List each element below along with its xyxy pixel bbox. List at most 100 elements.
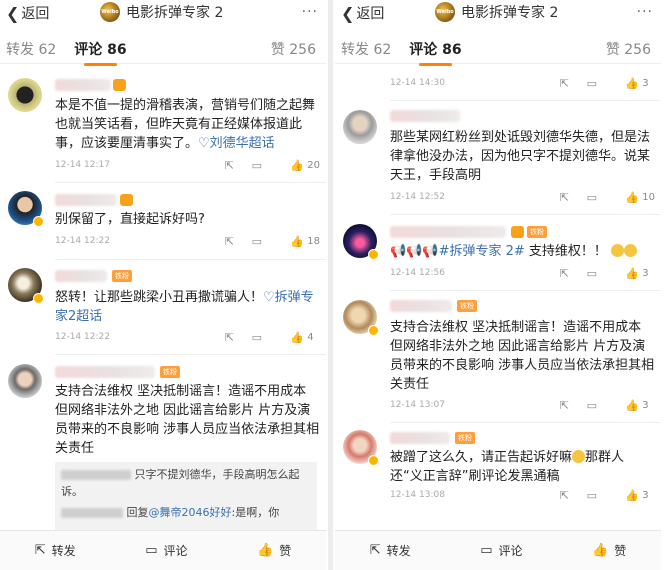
comment-icon: ▭	[480, 543, 493, 558]
share-icon[interactable]: ⇱	[225, 235, 234, 248]
comment-time: 12-14 12:17	[55, 160, 110, 170]
reply-author-blurred	[61, 508, 123, 518]
like-button[interactable]: 👍 3	[625, 489, 648, 502]
right-screen: ❮ 返回 Weibo 电影拆弹专家 2 ··· 转发 62 评论 86 赞 25…	[335, 0, 661, 570]
comment-icon[interactable]: ▭	[587, 77, 597, 90]
comment-meta: 12-14 12:22 ⇱ ▭ 👍 4	[55, 331, 320, 346]
like-button[interactable]: 👍 3	[625, 399, 648, 412]
comment-icon[interactable]: ▭	[252, 235, 262, 248]
divider	[390, 290, 661, 291]
screenshot-collage: ❮ 返回 Weibo 电影拆弹专家 2 ··· 转发 62 评论 86 赞 25…	[0, 0, 667, 570]
avatar[interactable]	[8, 78, 42, 112]
username-blurred[interactable]	[55, 194, 117, 206]
username-blurred[interactable]	[390, 300, 452, 312]
comment-icon[interactable]: ▭	[252, 331, 262, 344]
avatar[interactable]	[343, 300, 379, 336]
comment-icon[interactable]: ▭	[252, 159, 262, 172]
comment-text: 别保留了，直接起诉好吗?	[55, 212, 205, 227]
account-avatar[interactable]: Weibo	[435, 2, 455, 22]
tab-repost[interactable]: 转发 62	[6, 39, 56, 59]
bottom-action-bar: ⇱ 转发 ▭ 评论 👍 赞	[335, 530, 661, 570]
tab-comment[interactable]: 评论 86	[409, 39, 462, 66]
username-blurred[interactable]	[390, 110, 460, 122]
repost-button[interactable]: ⇱ 转发	[35, 542, 76, 559]
avatar[interactable]	[8, 364, 42, 398]
username-blurred[interactable]	[390, 226, 506, 238]
left-screen: ❮ 返回 Weibo 电影拆弹专家 2 ··· 转发 62 评论 86 赞 25…	[0, 0, 326, 570]
avatar[interactable]	[8, 191, 44, 227]
share-icon[interactable]: ⇱	[560, 399, 569, 412]
tab-repost[interactable]: 转发 62	[341, 39, 391, 59]
tab-likes[interactable]: 赞 256	[606, 39, 651, 59]
topic-link[interactable]: ♡刘德华超话	[198, 136, 275, 151]
like-button[interactable]: 👍 4	[290, 331, 313, 344]
comment-icon[interactable]: ▭	[587, 267, 597, 280]
account-avatar[interactable]: Weibo	[100, 2, 120, 22]
share-icon[interactable]: ⇱	[560, 267, 569, 280]
bottom-action-bar: ⇱ 转发 ▭ 评论 👍 赞	[0, 530, 326, 570]
comment-icon[interactable]: ▭	[587, 489, 597, 502]
comment-icon[interactable]: ▭	[587, 191, 597, 204]
divider	[55, 182, 326, 183]
like-button[interactable]: 👍 18	[290, 235, 320, 248]
more-icon[interactable]: ···	[302, 4, 318, 20]
username-blurred[interactable]	[55, 270, 107, 282]
more-icon[interactable]: ···	[637, 4, 653, 20]
like-button[interactable]: 👍 3	[625, 267, 648, 280]
like-button[interactable]: 👍 赞	[592, 542, 626, 559]
fan-badge: 铁粉	[112, 270, 132, 282]
fan-badge: 铁粉	[457, 300, 477, 312]
share-icon: ⇱	[34, 543, 46, 558]
smirk-emoji-icon	[572, 450, 586, 463]
divider	[55, 354, 326, 355]
verified-badge-icon	[368, 249, 379, 260]
comment-meta: 12-14 14:30 ⇱ ▭ 👍 3	[390, 77, 655, 92]
share-icon[interactable]: ⇱	[225, 159, 234, 172]
share-icon[interactable]: ⇱	[560, 191, 569, 204]
share-icon[interactable]: ⇱	[560, 77, 569, 90]
comment-text: 被蹭了这么久，请正告起诉好嘛 那群人还“义正言辞”刷评论发黑通稿	[390, 450, 625, 484]
comment-button[interactable]: ▭ 评论	[145, 542, 187, 559]
username-blurred[interactable]	[55, 79, 111, 91]
verified-badge-icon	[368, 455, 379, 466]
username-blurred[interactable]	[390, 432, 450, 444]
vip-crown-icon	[511, 226, 524, 238]
nav-title: 电影拆弹专家 2	[126, 5, 224, 21]
username-blurred[interactable]	[55, 366, 155, 378]
reply-preview[interactable]: 只字不提刘德华，手段高明怎么起诉。 回复@舞帝2046好好:是啊，你	[55, 462, 317, 532]
back-button[interactable]: ❮ 返回	[6, 3, 49, 23]
nav-center: Weibo 电影拆弹专家 2	[100, 2, 223, 22]
comment-text: 支持合法维权 坚决抵制谣言！造谣不用成本 但网络非法外之地 因此谣言给影片 片方…	[390, 320, 655, 392]
avatar[interactable]	[343, 224, 379, 260]
mention-link[interactable]: @舞帝2046好好	[149, 506, 232, 519]
avatar[interactable]	[8, 268, 44, 304]
chevron-left-icon: ❮	[341, 3, 355, 23]
tab-comment[interactable]: 评论 86	[74, 39, 127, 66]
comment-button[interactable]: ▭ 评论	[480, 542, 522, 559]
tab-likes[interactable]: 赞 256	[271, 39, 316, 59]
comment-time: 12-14 12:52	[390, 192, 445, 202]
topic-link[interactable]: #拆弹专家 2#	[439, 244, 525, 259]
repost-button[interactable]: ⇱ 转发	[370, 542, 411, 559]
like-button[interactable]: 👍 20	[290, 159, 320, 172]
like-button[interactable]: 👍 10	[625, 191, 655, 204]
like-button[interactable]: 👍 3	[625, 77, 648, 90]
back-button[interactable]: ❮ 返回	[341, 3, 384, 23]
comment-time: 12-14 12:56	[390, 268, 445, 278]
fan-badge: 铁粉	[527, 226, 547, 238]
fan-badge: 铁粉	[160, 366, 180, 378]
tab-bar: 转发 62 评论 86 赞 256	[335, 34, 661, 66]
avatar[interactable]	[343, 110, 377, 144]
reply-line: 只字不提刘德华，手段高明怎么起诉。	[61, 468, 300, 498]
divider	[390, 100, 661, 101]
thumbs-up-icon: 👍	[257, 543, 274, 558]
share-icon[interactable]: ⇱	[560, 489, 569, 502]
verified-badge-icon	[33, 216, 44, 227]
reply-author-blurred	[61, 470, 131, 480]
vip-crown-icon	[120, 194, 133, 206]
like-button[interactable]: 👍 赞	[257, 542, 291, 559]
avatar[interactable]	[343, 430, 379, 466]
share-icon[interactable]: ⇱	[225, 331, 234, 344]
comment-icon[interactable]: ▭	[587, 399, 597, 412]
comment-meta: 12-14 12:56 ⇱ ▭ 👍 3	[390, 267, 655, 282]
